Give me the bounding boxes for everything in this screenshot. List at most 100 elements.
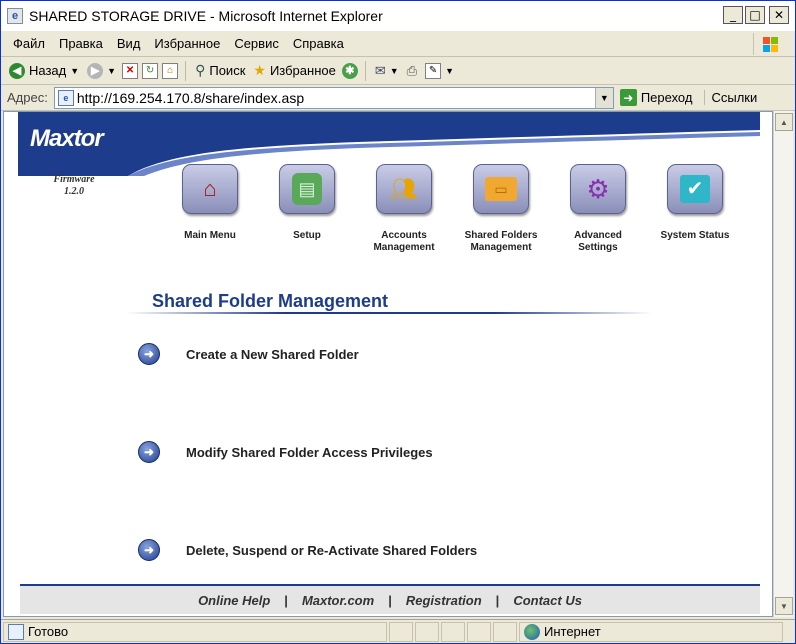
footer-separator: | — [284, 592, 288, 608]
refresh-icon[interactable]: ↻ — [142, 62, 159, 79]
nav-system-status-label: System Status — [660, 230, 730, 241]
page-content: Maxtor Firmware 1.2.0 ⌂ Main Menu ▤ Setu… — [3, 111, 773, 617]
status-bar: Готово Интернет — [1, 619, 795, 643]
window-title: SHARED STORAGE DRIVE - Microsoft Interne… — [29, 8, 383, 24]
chevron-down-icon[interactable]: ▼ — [107, 66, 116, 76]
menu-file[interactable]: Файл — [6, 36, 52, 51]
go-label: Переход — [640, 90, 693, 105]
firmware-label: Firmware — [53, 174, 95, 185]
home-icon[interactable]: ⌂ — [162, 62, 179, 79]
status-pane — [389, 621, 413, 642]
nav-shared-folders-label: Shared Folders Management — [464, 230, 538, 253]
address-url[interactable]: http://169.254.170.8/share/index.asp — [77, 90, 304, 106]
nav-main-menu[interactable]: ⌂ Main Menu — [170, 164, 250, 242]
menu-view[interactable]: Вид — [110, 36, 148, 51]
nav-setup-label: Setup — [293, 230, 321, 241]
page-footer: Online Help | Maxtor.com | Registration … — [20, 584, 760, 614]
arrow-right-icon[interactable]: ➜ — [138, 539, 160, 561]
link-maxtor-com[interactable]: Maxtor.com — [302, 593, 374, 608]
zone-text: Интернет — [544, 624, 601, 639]
back-label: Назад — [29, 63, 67, 78]
link-registration[interactable]: Registration — [406, 593, 482, 608]
binder-icon: ▤ — [279, 164, 335, 214]
address-label: Адрес: — [7, 90, 48, 105]
print-button[interactable]: ⎙ — [405, 61, 419, 81]
status-pane — [441, 621, 465, 642]
media-icon[interactable]: ✱ — [341, 62, 358, 79]
link-online-help[interactable]: Online Help — [198, 593, 270, 608]
favorites-button[interactable]: ★ Избранное — [251, 60, 337, 81]
close-button[interactable]: ✕ — [769, 6, 789, 24]
page-title: Shared Folder Management — [152, 291, 389, 311]
stop-icon[interactable]: ✕ — [122, 62, 139, 79]
mail-icon: ✉ — [374, 62, 386, 78]
users-icon: 👥︎ — [376, 164, 432, 214]
status-pane — [493, 621, 517, 642]
arrow-right-icon[interactable]: ➜ — [138, 441, 160, 463]
nav-accounts-label: Accounts Management — [373, 230, 435, 253]
standard-toolbar: ◀ Назад ▼ ▶ ▼ ✕ ↻ ⌂ ⚲ Поиск ★ Избранное … — [1, 57, 795, 85]
window-controls: _ □ ✕ — [723, 6, 789, 24]
scroll-down-button[interactable]: ▼ — [775, 597, 793, 615]
address-input[interactable]: e http://169.254.170.8/share/index.asp ▼ — [53, 86, 614, 109]
action-modify-label[interactable]: Modify Shared Folder Access Privileges — [186, 445, 433, 460]
action-modify-access[interactable]: ➜ Modify Shared Folder Access Privileges — [138, 441, 433, 463]
scroll-up-button[interactable]: ▲ — [775, 113, 793, 131]
action-create-shared-folder[interactable]: ➜ Create a New Shared Folder — [138, 343, 359, 365]
printer-icon: ⎙ — [406, 62, 418, 78]
status-text-cell: Готово — [3, 621, 387, 642]
forward-arrow-icon: ▶ — [87, 62, 104, 79]
chevron-down-icon[interactable]: ▼ — [70, 66, 79, 76]
toolbar-separator — [185, 60, 187, 81]
minimize-button[interactable]: _ — [723, 6, 743, 24]
go-arrow-icon: ➜ — [619, 89, 637, 106]
status-text: Готово — [28, 624, 69, 639]
address-bar: Адрес: e http://169.254.170.8/share/inde… — [1, 85, 795, 111]
action-delete-suspend[interactable]: ➜ Delete, Suspend or Re-Activate Shared … — [138, 539, 477, 561]
action-delete-label[interactable]: Delete, Suspend or Re-Activate Shared Fo… — [186, 543, 477, 558]
nav-accounts-management[interactable]: 👥︎ Accounts Management — [364, 164, 444, 254]
nav-main-menu-label: Main Menu — [184, 230, 236, 241]
go-button[interactable]: ➜ Переход — [619, 89, 693, 106]
link-contact-us[interactable]: Contact Us — [513, 593, 582, 608]
title-divider — [126, 312, 652, 314]
links-button[interactable]: Ссылки — [704, 90, 757, 105]
menu-help[interactable]: Справка — [286, 36, 351, 51]
action-create-label[interactable]: Create a New Shared Folder — [186, 347, 359, 362]
chevron-down-icon[interactable]: ▼ — [594, 87, 613, 108]
security-zone-cell: Интернет — [519, 621, 783, 642]
favorites-label: Избранное — [269, 63, 336, 78]
vertical-scrollbar[interactable]: ▲ ▼ — [773, 111, 793, 617]
page-done-icon — [8, 623, 24, 640]
search-label: Поиск — [209, 63, 246, 78]
menu-bar: Файл Правка Вид Избранное Сервис Справка — [1, 31, 795, 57]
maximize-button[interactable]: □ — [745, 6, 765, 24]
globe-icon — [524, 623, 540, 640]
nav-system-status[interactable]: ✔ System Status — [655, 164, 735, 242]
gears-icon: ⚙ — [570, 164, 626, 214]
forward-button[interactable]: ▶ ▼ — [85, 61, 118, 81]
firmware-info: Firmware 1.2.0 — [24, 174, 124, 198]
chevron-down-icon[interactable]: ▼ — [445, 66, 454, 76]
star-icon: ★ — [253, 62, 266, 78]
search-button[interactable]: ⚲ Поиск — [193, 60, 247, 81]
checkmark-icon: ✔ — [667, 164, 723, 214]
page-icon: e — [57, 89, 74, 106]
folders-icon: ▭ — [473, 164, 529, 214]
menu-favorites[interactable]: Избранное — [147, 36, 227, 51]
menu-edit[interactable]: Правка — [52, 36, 110, 51]
house-icon: ⌂ — [182, 164, 238, 214]
footer-separator: | — [388, 592, 392, 608]
menu-tools[interactable]: Сервис — [227, 36, 286, 51]
chevron-down-icon[interactable]: ▼ — [390, 66, 399, 76]
search-icon: ⚲ — [195, 62, 206, 78]
maxtor-logo: Maxtor — [30, 125, 104, 152]
status-pane — [415, 621, 439, 642]
edit-button[interactable]: ✎ ▼ — [423, 61, 456, 81]
nav-setup[interactable]: ▤ Setup — [267, 164, 347, 242]
back-button[interactable]: ◀ Назад ▼ — [7, 61, 81, 81]
nav-advanced-settings[interactable]: ⚙ Advanced Settings — [558, 164, 638, 254]
nav-shared-folders-management[interactable]: ▭ Shared Folders Management — [461, 164, 541, 254]
mail-button[interactable]: ✉ ▼ — [373, 61, 401, 81]
arrow-right-icon[interactable]: ➜ — [138, 343, 160, 365]
